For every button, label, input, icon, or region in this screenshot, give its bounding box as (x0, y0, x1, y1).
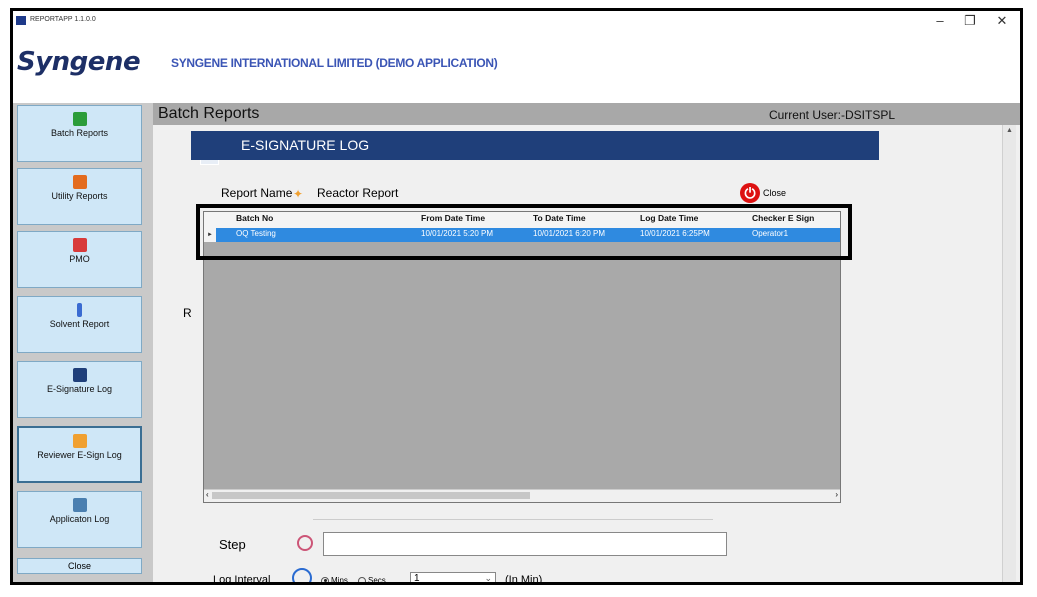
step-label: Step (219, 537, 246, 552)
report-icon: ✦ (293, 187, 304, 201)
log-interval-label: Log Interval (213, 574, 271, 585)
nav-label: Reviewer E-Sign Log (37, 450, 122, 460)
utility-icon (72, 175, 87, 189)
nav-label: Batch Reports (50, 128, 109, 138)
radio-secs-label: Secs (368, 576, 386, 585)
company-name: SYNGENE INTERNATIONAL LIMITED (DEMO APPL… (171, 56, 498, 70)
nav-batch-reports[interactable]: Batch Reports (17, 105, 142, 162)
interval-select[interactable]: 1 ⌄ (410, 572, 496, 584)
maximize-button[interactable]: ❐ (960, 13, 980, 29)
radio-secs[interactable]: Secs (358, 576, 386, 585)
radio-mins-label: Mins (331, 576, 348, 585)
dialog-title: E-SIGNATURE LOG (241, 137, 370, 153)
app-header: Syngene SYNGENE INTERNATIONAL LIMITED (D… (13, 37, 1020, 103)
syngene-logo: Syngene (17, 47, 141, 77)
vertical-scrollbar[interactable]: ▲ (1002, 125, 1016, 582)
radio-mins-dot[interactable] (321, 576, 329, 582)
close-window-button[interactable]: ✕ (992, 13, 1012, 29)
clock-icon (292, 568, 312, 582)
r-label: R (183, 306, 192, 320)
window-title: REPORTAPP 1.1.0.0 (30, 16, 96, 23)
nav-label: Utility Reports (51, 191, 108, 201)
scroll-right-icon[interactable]: › (835, 490, 838, 499)
nav-label: E-Signature Log (46, 384, 113, 394)
report-name-value: Reactor Report (317, 186, 399, 200)
scroll-up-icon[interactable]: ▲ (1006, 127, 1013, 134)
applog-icon (72, 498, 87, 512)
radio-mins[interactable]: Mins (321, 576, 348, 585)
app-icon (16, 16, 26, 25)
esign-icon (72, 368, 87, 382)
scroll-left-icon[interactable]: ‹ (206, 490, 209, 499)
minimize-button[interactable]: – (930, 13, 950, 28)
page-title: Batch Reports (158, 105, 260, 122)
batch-icon (72, 112, 87, 126)
sidebar: Batch Reports Utility Reports PMO Solven… (13, 103, 153, 582)
report-name-label: Report Name (221, 186, 293, 200)
current-user: Current User:-DSITSPL (768, 108, 895, 122)
interval-value: 1 (414, 573, 420, 584)
reviewer-icon (72, 434, 87, 448)
separator (313, 519, 713, 520)
sidebar-close-button[interactable]: Close (17, 558, 142, 574)
nav-utility-reports[interactable]: Utility Reports (17, 168, 142, 225)
title-bar: REPORTAPP 1.1.0.0 – ❐ ✕ (13, 11, 1020, 37)
radio-secs-dot[interactable] (358, 576, 366, 582)
nav-label: Solvent Report (49, 319, 110, 329)
highlight-box (196, 204, 852, 260)
dialog-close-button[interactable]: ⏻ Close (740, 183, 786, 203)
scroll-thumb[interactable] (212, 492, 530, 499)
main-header: Batch Reports Current User:-DSITSPL (153, 103, 1020, 125)
nav-label: PMO (69, 254, 90, 264)
close-label: Close (763, 188, 787, 198)
step-input[interactable] (323, 532, 727, 556)
nav-reviewer-e-sign-log[interactable]: Reviewer E-Sign Log (17, 426, 142, 483)
nav-solvent-report[interactable]: Solvent Report (17, 296, 142, 353)
chevron-down-icon[interactable]: ⌄ (484, 573, 492, 582)
unit-label: (In Min) (505, 574, 543, 585)
pmo-icon (72, 238, 87, 252)
step-icon (297, 535, 313, 551)
app-window: REPORTAPP 1.1.0.0 – ❐ ✕ Syngene SYNGENE … (10, 8, 1023, 585)
horizontal-scrollbar[interactable]: ‹ › (204, 489, 840, 502)
solvent-icon (77, 303, 82, 317)
nav-e-signature-log[interactable]: E-Signature Log (17, 361, 142, 418)
nav-application-log[interactable]: Applicaton Log (17, 491, 142, 548)
dialog-header: E-SIGNATURE LOG (191, 131, 879, 160)
power-icon: ⏻ (740, 183, 760, 203)
nav-label: Applicaton Log (49, 514, 110, 524)
nav-pmo[interactable]: PMO (17, 231, 142, 288)
